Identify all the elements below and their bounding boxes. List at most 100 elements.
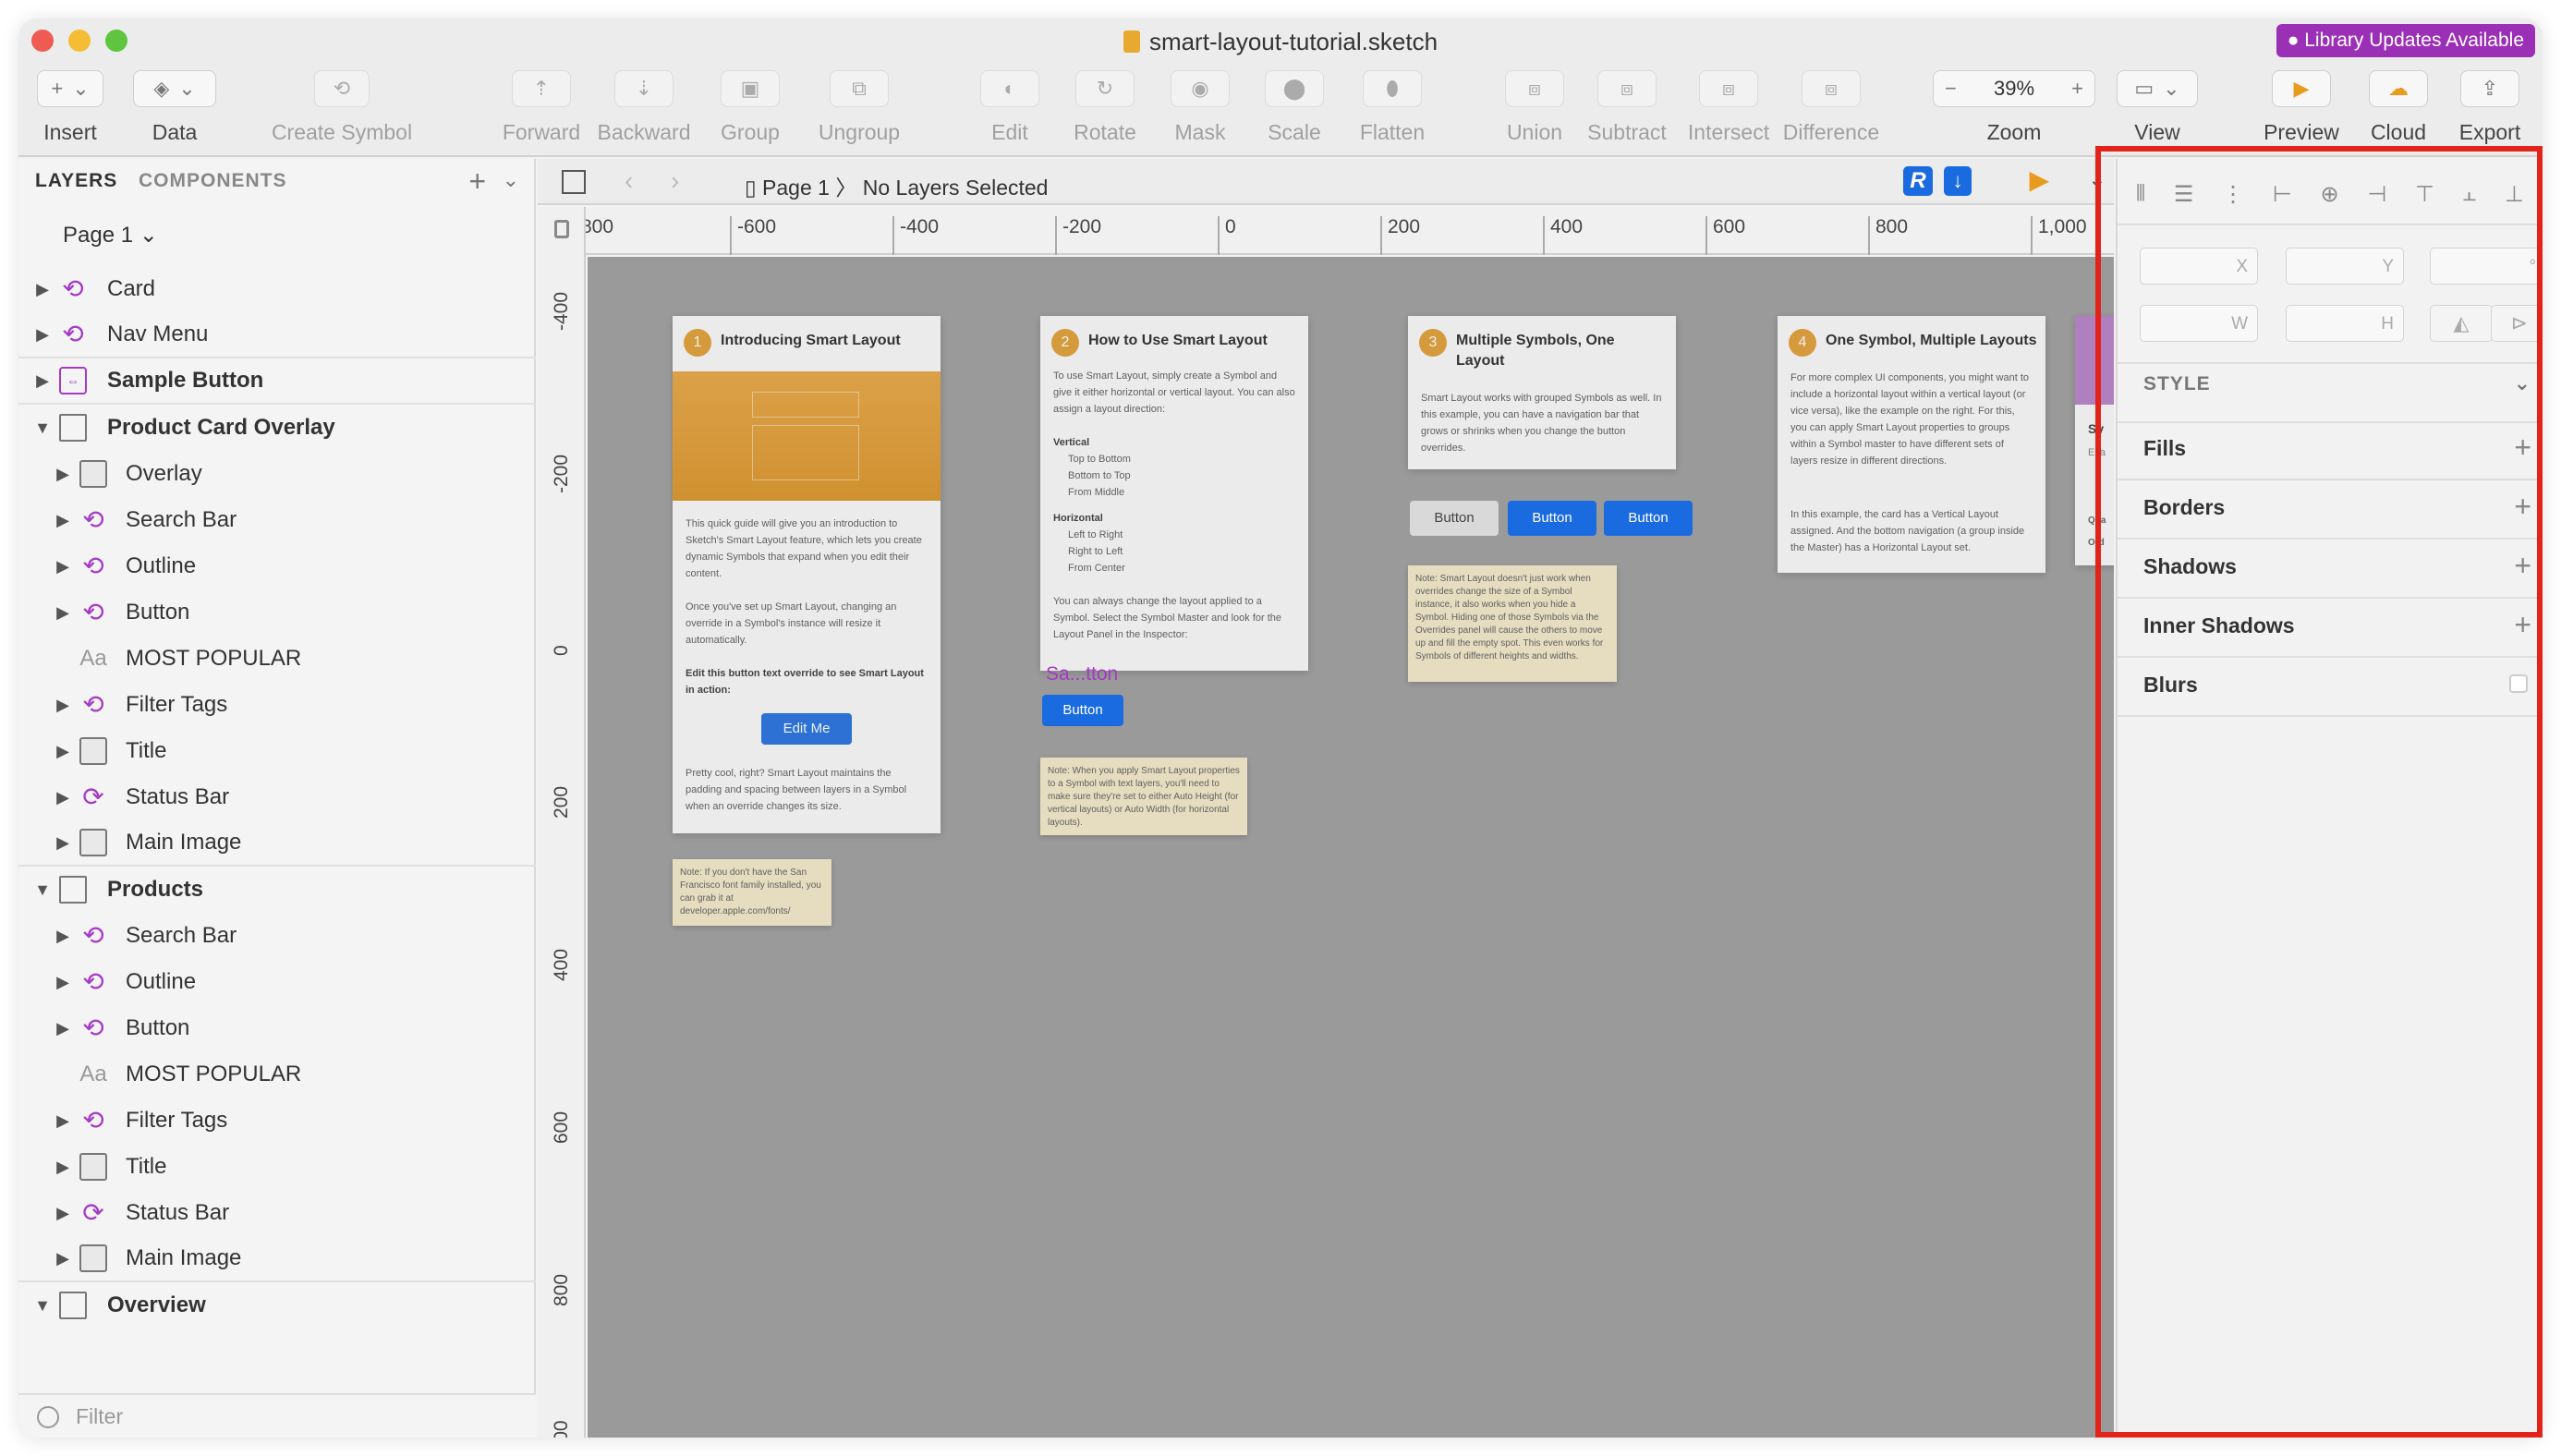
layer-row[interactable]: ▶ Overlay <box>18 451 536 497</box>
add-border-icon[interactable]: + <box>2514 490 2531 524</box>
disclosure-collapsed-icon[interactable]: ▶ <box>54 1111 72 1131</box>
tab-components[interactable]: COMPONENTS <box>139 170 287 192</box>
layer-filter[interactable]: Filter <box>18 1393 536 1438</box>
layer-row[interactable]: Aa MOST POPULAR <box>18 636 536 682</box>
disclosure-collapsed-icon[interactable]: ▶ <box>54 603 72 623</box>
disclosure-collapsed-icon[interactable]: ▶ <box>54 1204 72 1223</box>
grid-view-icon[interactable] <box>562 170 586 194</box>
intersect-tool[interactable]: ⧈ Intersect <box>1678 70 1779 145</box>
breadcrumb-page[interactable]: Page 1 <box>762 176 830 200</box>
cloud-button[interactable]: ☁ <box>2369 70 2428 107</box>
preview-tool[interactable]: ▶ Preview <box>2251 70 2352 145</box>
add-inner-shadow-icon[interactable]: + <box>2514 608 2531 642</box>
disclosure-collapsed-icon[interactable]: ▶ <box>33 280 52 299</box>
layer-row[interactable]: ▼ Products <box>18 867 536 913</box>
artboard-card-2[interactable]: 2 How to Use Smart Layout To use Smart L… <box>1040 316 1308 671</box>
height-field[interactable]: H <box>2286 305 2404 342</box>
export-button[interactable]: ⇪ <box>2460 70 2519 107</box>
layer-row[interactable]: ▶ ⟲ Button <box>18 589 536 636</box>
nav-button-3[interactable]: Button <box>1604 501 1693 536</box>
cloud-tool[interactable]: ☁ Cloud <box>2361 70 2435 145</box>
flatten-button[interactable]: ⬮ <box>1363 70 1422 107</box>
disclosure-collapsed-icon[interactable]: ▶ <box>54 927 72 946</box>
design-canvas[interactable]: 1 Introducing Smart Layout This quick gu… <box>588 257 2114 1438</box>
artboard-card-5-partial[interactable]: Sy Exa Qua Ord <box>2075 316 2114 565</box>
distribute-vertical-icon[interactable]: ☰ <box>2174 181 2194 208</box>
flip-vertical-icon[interactable]: ⊳ <box>2491 305 2543 342</box>
layer-row[interactable]: ▶ ⟲ Search Bar <box>18 913 536 959</box>
align-right-icon[interactable]: ⊣ <box>2367 181 2386 208</box>
disclosure-collapsed-icon[interactable]: ▶ <box>54 696 72 715</box>
library-updates-badge[interactable]: ● Library Updates Available <box>2276 24 2535 57</box>
disclosure-collapsed-icon[interactable]: ▶ <box>54 833 72 853</box>
lock-icon[interactable] <box>554 220 569 238</box>
ungroup-tool[interactable]: ⧉ Ungroup <box>806 70 913 145</box>
add-fill-icon[interactable]: + <box>2514 431 2531 465</box>
align-middle-vertical-icon[interactable]: ⫠ <box>2463 181 2477 207</box>
width-field[interactable]: W <box>2140 305 2258 342</box>
disclosure-collapsed-icon[interactable]: ▶ <box>33 371 52 391</box>
layer-row[interactable]: ▶ ⟲ Filter Tags <box>18 682 536 728</box>
filter-input[interactable]: Filter <box>76 1404 123 1429</box>
rotate-tool[interactable]: ↻ Rotate <box>1061 70 1149 145</box>
group-button[interactable]: ▣ <box>721 70 780 107</box>
disclosure-collapsed-icon[interactable]: ▶ <box>54 1158 72 1177</box>
disclosure-expanded-icon[interactable]: ▼ <box>33 419 52 438</box>
view-tool[interactable]: ▭ ⌄ View <box>2116 70 2199 145</box>
layer-row[interactable]: ▶ ⟲ Card <box>18 266 536 312</box>
disclosure-collapsed-icon[interactable]: ▶ <box>33 325 52 345</box>
artboard-card-4[interactable]: 4 One Symbol, Multiple Layouts For more … <box>1778 316 2045 573</box>
more-options-icon[interactable]: ⋮ <box>2222 181 2244 208</box>
align-center-horizontal-icon[interactable]: ⊕ <box>2321 181 2339 208</box>
layer-row[interactable]: ▶ ⟲ Search Bar <box>18 497 536 543</box>
difference-button[interactable]: ⧈ <box>1802 70 1861 107</box>
create-symbol-tool[interactable]: ⟲ Create Symbol <box>268 70 416 145</box>
subtract-tool[interactable]: ⧈ Subtract <box>1576 70 1678 145</box>
add-shadow-icon[interactable]: + <box>2514 549 2531 583</box>
note-auto-size[interactable]: Note: When you apply Smart Layout proper… <box>1040 758 1247 835</box>
page-selector[interactable]: Page 1 ⌄ <box>63 222 158 249</box>
blur-checkbox[interactable] <box>2509 674 2528 693</box>
edit-tool[interactable]: ◐ Edit <box>968 70 1051 145</box>
layer-row[interactable]: ▶ Title <box>18 728 536 774</box>
layer-row[interactable]: ▼ Product Card Overlay <box>18 405 536 451</box>
inner-shadows-section[interactable]: Inner Shadows + <box>2143 608 2531 673</box>
zoom-out-button[interactable]: − <box>1945 77 1957 101</box>
mask-button[interactable]: ◉ <box>1171 70 1230 107</box>
disclosure-collapsed-icon[interactable]: ▶ <box>54 1249 72 1268</box>
chevron-down-icon[interactable]: ⌄ <box>2088 166 2106 193</box>
disclosure-collapsed-icon[interactable]: ▶ <box>54 511 72 530</box>
disclosure-collapsed-icon[interactable]: ▶ <box>54 788 72 807</box>
layer-row[interactable]: ▶ Main Image <box>18 1236 536 1282</box>
edit-button[interactable]: ◐ <box>980 70 1039 107</box>
play-icon[interactable]: ▶ <box>2029 164 2049 195</box>
union-button[interactable]: ⧈ <box>1505 70 1564 107</box>
data-tool[interactable]: ◈ ⌄ Data <box>133 70 216 145</box>
layer-row[interactable]: ▶ ⇔ Sample Button <box>18 358 536 405</box>
distribute-horizontal-icon[interactable]: ⫴ <box>2136 181 2145 207</box>
disclosure-collapsed-icon[interactable]: ▶ <box>54 557 72 576</box>
disclosure-collapsed-icon[interactable]: ▶ <box>54 973 72 992</box>
data-button[interactable]: ◈ ⌄ <box>133 70 216 107</box>
difference-tool[interactable]: ⧈ Difference <box>1778 70 1885 145</box>
layer-row[interactable]: ▶ ⟲ Outline <box>18 543 536 589</box>
create-symbol-button[interactable]: ⟲ <box>314 70 370 107</box>
nav-button-1[interactable]: Button <box>1410 501 1499 536</box>
layout-direction-icon[interactable]: ↓ <box>1944 166 1972 196</box>
ungroup-button[interactable]: ⧉ <box>830 70 889 107</box>
flip-horizontal-icon[interactable]: ◭ <box>2430 305 2493 342</box>
shadows-section[interactable]: Shadows + <box>2143 549 2531 613</box>
layer-row[interactable]: ▶ ⟲ Button <box>18 1005 536 1051</box>
layer-row[interactable]: ▼ Overview <box>18 1282 536 1329</box>
artboard-card-3[interactable]: 3 Multiple Symbols, One Layout Smart Lay… <box>1408 316 1676 469</box>
intersect-button[interactable]: ⧈ <box>1699 70 1758 107</box>
mask-tool[interactable]: ◉ Mask <box>1159 70 1242 145</box>
rotate-button[interactable]: ↻ <box>1075 70 1135 107</box>
layer-row[interactable]: ▶ ⟳ Status Bar <box>18 774 536 820</box>
back-arrow-icon[interactable]: ‹ <box>625 166 633 196</box>
layer-row[interactable]: ▶ Main Image <box>18 820 536 867</box>
align-left-icon[interactable]: ⊢ <box>2273 181 2292 208</box>
sample-button[interactable]: Button <box>1042 695 1123 726</box>
backward-button[interactable]: ⇣ <box>614 70 674 107</box>
scale-button[interactable]: ⬤ <box>1265 70 1324 107</box>
